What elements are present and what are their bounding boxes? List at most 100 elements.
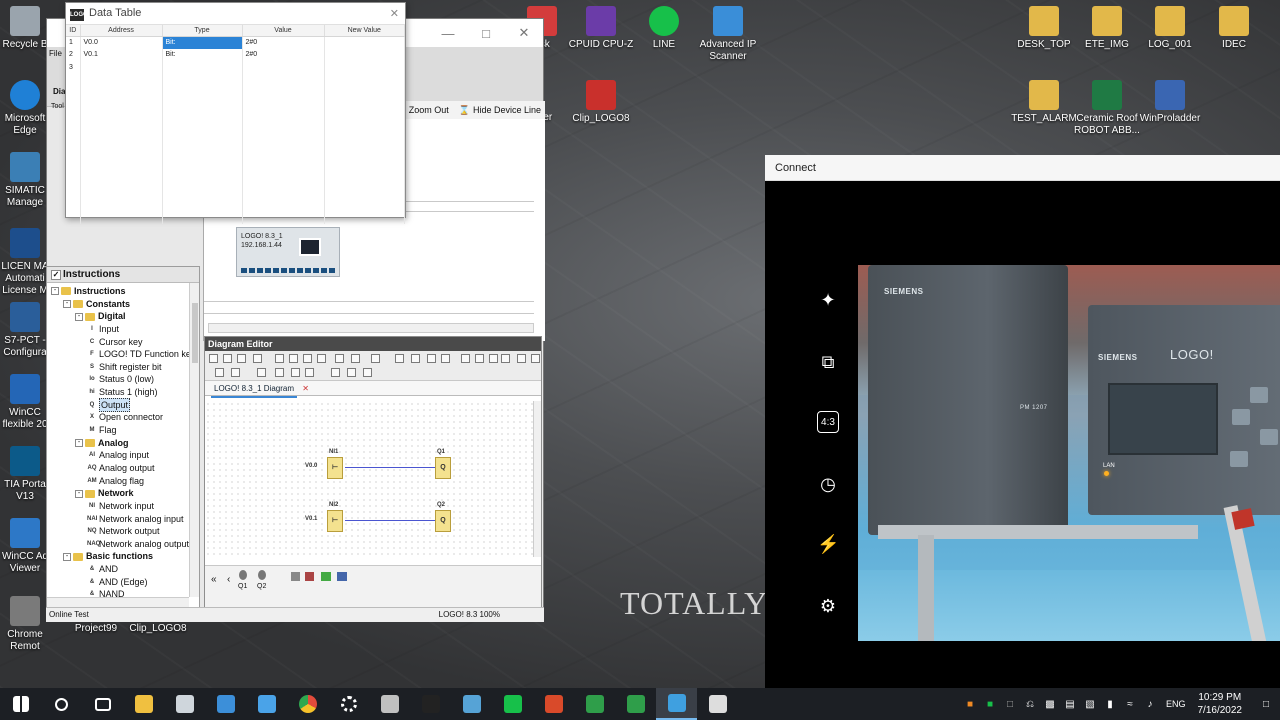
row-new-value[interactable]: [324, 36, 405, 49]
close-icon[interactable]: ✕: [505, 25, 543, 41]
toolbar-tool-icon[interactable]: [231, 368, 240, 377]
collapse-toggle-icon[interactable]: -: [75, 439, 83, 447]
diagram-canvas[interactable]: NI1 V0.0 ⊢ Q1 Q NI2 V0.1 ⊢ Q2 Q: [205, 401, 535, 557]
tool-icon[interactable]: [337, 572, 347, 581]
taskbar-file-explorer-button[interactable]: [123, 688, 164, 720]
row-new-value[interactable]: [324, 61, 405, 74]
settings-icon[interactable]: ⚙: [817, 595, 839, 617]
camera-switch-icon[interactable]: ⧉: [817, 351, 839, 373]
taskbar-line-button[interactable]: [492, 688, 533, 720]
row-type[interactable]: Bit:: [162, 36, 243, 49]
desktop-icon-advanced-ip-scanner[interactable]: Advanced IP Scanner: [692, 6, 764, 63]
toolbar-tool-icon[interactable]: [289, 354, 298, 363]
taskbar-connect-app-button[interactable]: [656, 688, 697, 720]
toolbar-tool-icon[interactable]: [305, 368, 314, 377]
volume-icon[interactable]: ♪: [1140, 699, 1160, 710]
desktop-icon-wincc-viewer[interactable]: WinCC Ad Viewer: [0, 518, 50, 575]
desktop-icon-s7pct[interactable]: S7-PCT - Configura: [0, 302, 50, 359]
tool-icon[interactable]: [305, 572, 314, 581]
tree-item[interactable]: M Flag: [47, 424, 199, 437]
toolbar-tool-icon[interactable]: [489, 354, 498, 363]
toolbar-tool-icon[interactable]: [257, 368, 266, 377]
diagram-menu[interactable]: Dia: [53, 87, 65, 96]
desktop-icon-ceramic-roof[interactable]: Ceramic Roof ROBOT ABB...: [1071, 80, 1143, 137]
desktop-icon-clip-logo8-2[interactable]: Clip_LOGO8: [122, 623, 194, 635]
taskbar-notepad-app-button[interactable]: [615, 688, 656, 720]
row-type[interactable]: [162, 61, 243, 74]
timer-icon[interactable]: ◷: [817, 473, 839, 495]
column-header[interactable]: Type: [162, 25, 243, 37]
tree-folder[interactable]: - Digital: [47, 310, 199, 323]
collapse-toggle-icon[interactable]: -: [51, 287, 59, 296]
taskbar-task-view-button[interactable]: [82, 688, 123, 720]
battery-icon[interactable]: ▮: [1100, 699, 1120, 710]
toolbar-tool-icon[interactable]: [215, 368, 224, 377]
taskbar-barcode-app-button[interactable]: [246, 688, 287, 720]
tree-item[interactable]: & AND: [47, 563, 199, 576]
flash-off-icon[interactable]: ⚡: [817, 533, 839, 555]
desktop-icon-recycle-bin[interactable]: Recycle B: [0, 6, 50, 51]
toolbar-tool-icon[interactable]: [331, 368, 340, 377]
taskbar-terminal-button[interactable]: [410, 688, 451, 720]
toolbar-tool-icon[interactable]: [411, 354, 420, 363]
tree-folder[interactable]: - Network: [47, 487, 199, 500]
tree-item[interactable]: NI Network input: [47, 500, 199, 513]
table-row[interactable]: 1 V0.0 Bit: 2#0: [66, 36, 405, 49]
column-header[interactable]: Value: [242, 25, 325, 37]
tree-item[interactable]: Q Output: [47, 397, 199, 413]
tree-item[interactable]: NAI Network analog input: [47, 513, 199, 526]
minimize-icon[interactable]: —: [429, 26, 467, 41]
column-header[interactable]: New Value: [324, 25, 405, 37]
desktop-icon-clip-logo8[interactable]: Clip_LOGO8: [565, 80, 637, 125]
tree-item[interactable]: & AND (Edge): [47, 576, 199, 589]
taskbar-green-app-button[interactable]: [574, 688, 615, 720]
tree-folder[interactable]: - Instructions: [47, 285, 199, 298]
output-block[interactable]: Q: [435, 510, 451, 532]
tray-app-icon[interactable]: □: [1000, 699, 1020, 710]
tree-item[interactable]: I Input: [47, 323, 199, 336]
connection-line[interactable]: [345, 520, 437, 521]
tree-item[interactable]: C Cursor key: [47, 336, 199, 349]
desktop-icon-chrome-remote[interactable]: Chrome Remot: [0, 596, 50, 653]
connection-line[interactable]: [345, 467, 437, 468]
toolbar-tool-icon[interactable]: [253, 354, 262, 363]
row-address[interactable]: V0.0: [80, 36, 163, 49]
tree-folder[interactable]: - Constants: [47, 298, 199, 311]
taskbar-start-button[interactable]: [0, 688, 41, 720]
toolbar-tool-icon[interactable]: [291, 368, 300, 377]
tree-folder[interactable]: - Basic functions: [47, 550, 199, 563]
tree-item[interactable]: X Open connector: [47, 411, 199, 424]
desktop-icon-cpuz[interactable]: CPUID CPU-Z: [565, 6, 637, 51]
desktop-icon-edge[interactable]: Microsoft Edge: [0, 80, 50, 137]
toolbar-tool-icon[interactable]: [335, 354, 344, 363]
tree-item[interactable]: NQ Network output: [47, 525, 199, 538]
desktop-icon-tia-portal[interactable]: TIA Porta V13: [0, 446, 50, 503]
clock[interactable]: 10:29 PM 7/16/2022: [1192, 691, 1253, 717]
desktop-icon-test-alarm[interactable]: TEST_ALARM: [1008, 80, 1080, 125]
desktop-icon-license[interactable]: LICEN MA Automati License M: [0, 228, 50, 297]
close-icon[interactable]: ✕: [390, 7, 399, 20]
toolbar-tool-icon[interactable]: [427, 354, 436, 363]
column-header[interactable]: ID: [66, 25, 81, 37]
tree-item[interactable]: S Shift register bit: [47, 361, 199, 374]
taskbar-monitor-app-button[interactable]: [451, 688, 492, 720]
row-type[interactable]: Bit:: [162, 48, 243, 61]
toolbar-tool-icon[interactable]: [475, 354, 484, 363]
network-input-block[interactable]: ⊢: [327, 457, 343, 479]
tree-item[interactable]: AI Analog input: [47, 449, 199, 462]
taskbar-settings-button[interactable]: [328, 688, 369, 720]
toolbar-tool-icon[interactable]: [209, 354, 218, 363]
desktop-icon-wincc-flexible[interactable]: WinCC flexible 20: [0, 374, 50, 431]
toolbar-tool-icon[interactable]: [317, 354, 326, 363]
tree-folder[interactable]: - Analog: [47, 437, 199, 450]
taskbar-camera-button[interactable]: [164, 688, 205, 720]
toolbar-tool-icon[interactable]: [371, 354, 380, 363]
desktop-icon-idec[interactable]: IDEC: [1198, 6, 1270, 51]
row-new-value[interactable]: [324, 48, 405, 61]
notification-icon[interactable]: □: [1252, 699, 1280, 710]
network-input-block[interactable]: ⊢: [327, 510, 343, 532]
language-indicator[interactable]: ENG: [1160, 699, 1192, 709]
taskbar-grid-app-button[interactable]: [533, 688, 574, 720]
collapse-toggle-icon[interactable]: -: [75, 312, 83, 321]
tools-menu[interactable]: Tool: [51, 103, 64, 110]
